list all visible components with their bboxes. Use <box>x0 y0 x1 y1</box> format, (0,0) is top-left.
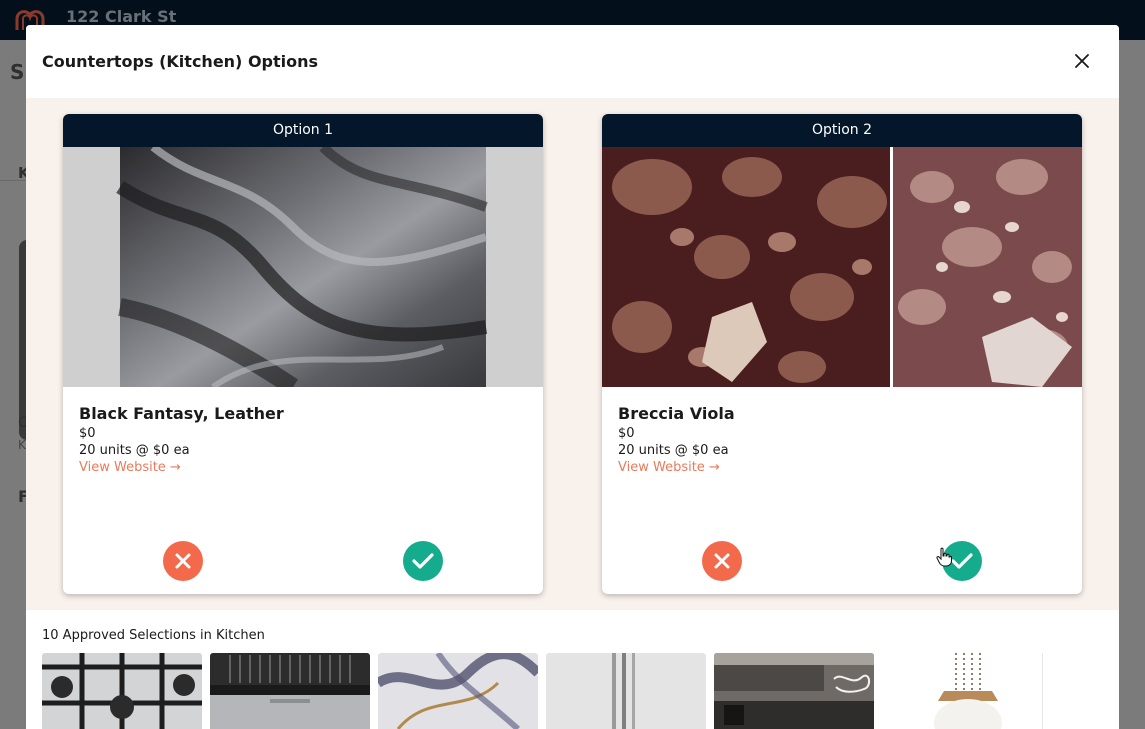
options-modal: Countertops (Kitchen) Options Option 1 B… <box>26 25 1119 729</box>
x-icon <box>175 553 191 569</box>
thumbnail-kitchen[interactable] <box>714 653 874 729</box>
thumbnail-panel[interactable] <box>546 653 706 729</box>
bg-text-fragment: S <box>10 60 25 84</box>
thumbnail-marble[interactable] <box>378 653 538 729</box>
check-icon <box>412 553 434 569</box>
approved-thumbnails <box>42 653 1119 729</box>
panel-image <box>546 653 706 729</box>
option-header: Option 1 <box>63 114 543 147</box>
breccia-viola-swatch <box>602 147 1082 387</box>
thumbnail-cooktop[interactable] <box>42 653 202 729</box>
thumbnail-dishwasher[interactable] <box>210 653 370 729</box>
app-title[interactable]: 122 Clark St <box>66 7 176 26</box>
close-button[interactable] <box>1070 49 1094 73</box>
option-price: $0 <box>79 426 96 441</box>
close-icon <box>1075 54 1089 68</box>
kitchen-image <box>714 653 874 729</box>
option-name: Black Fantasy, Leather <box>79 404 284 423</box>
cooktop-image <box>42 653 202 729</box>
approve-button[interactable] <box>403 541 443 581</box>
x-icon <box>714 553 730 569</box>
reject-button[interactable] <box>702 541 742 581</box>
option-image-black-fantasy[interactable] <box>63 147 543 387</box>
option-price: $0 <box>618 426 635 441</box>
dishwasher-image <box>210 653 370 729</box>
option-units: 20 units @ $0 ea <box>79 443 190 458</box>
marble-image <box>378 653 538 729</box>
bg-text-fragment: K <box>18 438 26 452</box>
thumbnail-pendant-light[interactable] <box>882 653 1042 729</box>
options-area: Option 1 Black Fantasy, Leather $0 20 un… <box>26 98 1119 610</box>
view-website-link[interactable]: View Website → <box>618 460 720 475</box>
option-card-2: Option 2 Breccia Viola $0 20 units @ $0 … <box>602 114 1082 594</box>
modal-title: Countertops (Kitchen) Options <box>42 52 319 71</box>
option-image-breccia-viola[interactable] <box>602 147 1082 387</box>
approve-button[interactable] <box>942 541 982 581</box>
black-fantasy-swatch <box>63 147 543 387</box>
check-icon <box>951 553 973 569</box>
approved-selections: 10 Approved Selections in Kitchen <box>26 610 1119 729</box>
pendant-light-image <box>882 653 1042 729</box>
option-card-1: Option 1 Black Fantasy, Leather $0 20 un… <box>63 114 543 594</box>
reject-button[interactable] <box>163 541 203 581</box>
modal-header: Countertops (Kitchen) Options <box>26 25 1119 98</box>
thumbnail-divider <box>1042 653 1043 729</box>
option-name: Breccia Viola <box>618 404 735 423</box>
option-header: Option 2 <box>602 114 1082 147</box>
view-website-link[interactable]: View Website → <box>79 460 181 475</box>
option-units: 20 units @ $0 ea <box>618 443 729 458</box>
approved-selections-label: 10 Approved Selections in Kitchen <box>42 628 265 643</box>
